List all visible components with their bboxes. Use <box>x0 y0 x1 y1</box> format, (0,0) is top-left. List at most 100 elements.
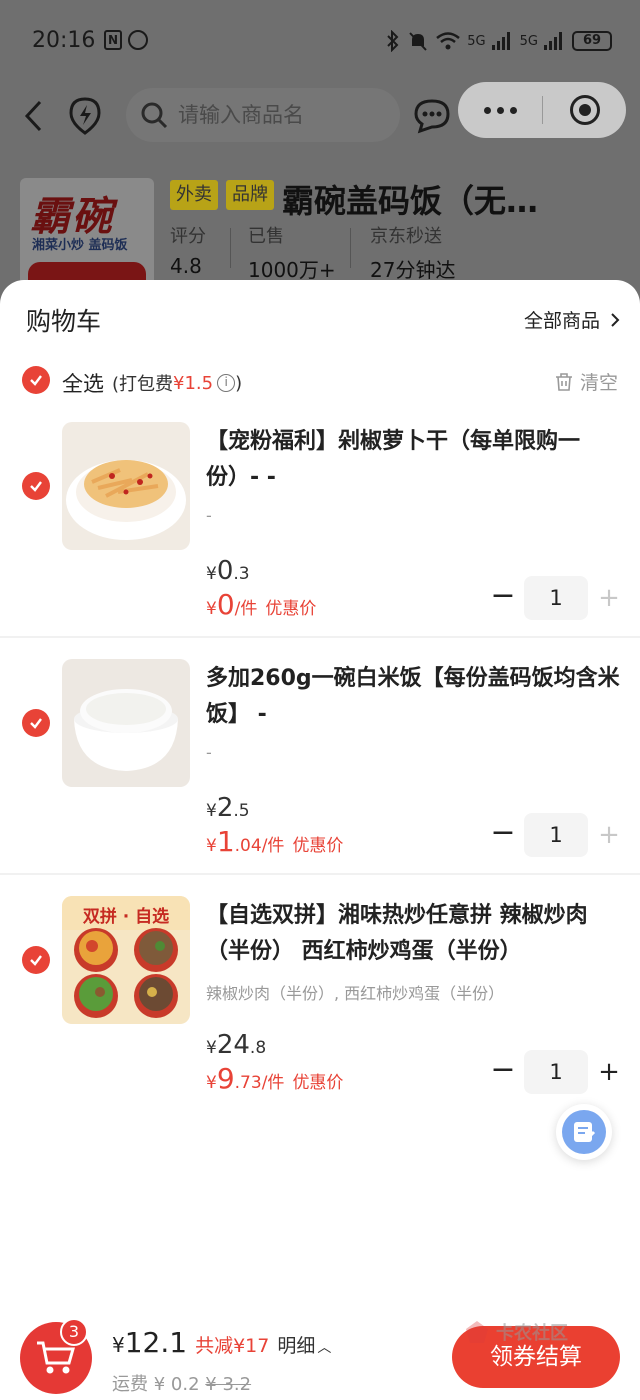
item-image-rice[interactable] <box>62 659 190 787</box>
item-checkbox[interactable] <box>22 709 50 737</box>
tag-brand: 品牌 <box>226 180 274 210</box>
store-name: 霸碗盖码饭（无… <box>282 182 539 220</box>
deal-tag: 优惠价 <box>292 1073 344 1093</box>
pack-fee-prefix: (打包费 <box>112 374 174 395</box>
decrease-button[interactable]: − <box>486 813 520 857</box>
deal-tag: 优惠价 <box>292 836 344 856</box>
search-bar[interactable] <box>126 88 400 142</box>
nfc-icon: N <box>104 30 122 50</box>
stat-rating: 评分 4.8 <box>170 226 206 278</box>
item-title[interactable]: 多加260g一碗白米饭【每份盖码饭均含米饭】 - <box>206 661 626 733</box>
battery-icon: 69 <box>572 31 612 51</box>
assistant-icon <box>562 1110 606 1154</box>
item-spec: 辣椒炒肉（半份）, 西红柿炒鸡蛋（半份） <box>206 984 505 1003</box>
item-checkbox[interactable] <box>22 946 50 974</box>
increase-button[interactable]: + <box>592 576 626 620</box>
cart-item: 多加260g一碗白米饭【每份盖码饭均含米饭】 - - ¥2.5 ¥1.04/件优… <box>0 659 640 895</box>
location-bolt-icon[interactable] <box>66 96 104 136</box>
quantity-stepper: − 1 + <box>486 576 626 620</box>
signal-icon <box>544 32 566 50</box>
mute-bell-icon <box>409 32 428 51</box>
original-price: ¥24.8 <box>206 1030 267 1060</box>
cart-count-badge: 3 <box>60 1318 88 1346</box>
checkout-bar: 3 ¥12.1 共减¥17 明细 ︿ 运费 ¥ 0.2 ¥ 3.2 领券结算 卡… <box>0 1300 640 1400</box>
background-page: 20:16 N 5G 5G 69 霸碗 湘菜小炒 盖码 <box>0 0 640 300</box>
network-label: 5G <box>467 33 486 49</box>
cart-item: 【宠粉福利】剁椒萝卜干（每单限购一份）- - - ¥0.3 ¥0/件 优惠价 − … <box>0 422 640 658</box>
quantity-input[interactable]: 1 <box>524 1050 588 1094</box>
item-checkbox[interactable] <box>22 472 50 500</box>
pack-fee-suffix: ) <box>235 372 243 394</box>
network-label: 5G <box>519 33 538 49</box>
item-spec: - <box>206 506 212 525</box>
cart-header: 购物车 全部商品 <box>0 280 640 360</box>
floating-assistant-button[interactable] <box>556 1104 612 1160</box>
deal-price: ¥9.73/件 优惠价 <box>206 1062 344 1095</box>
status-time: 20:16 <box>32 28 96 53</box>
thumb-label: 双拼 · 自选 <box>83 906 169 927</box>
cart-title: 购物车 <box>26 307 102 336</box>
store-header: 霸碗 湘菜小炒 盖码饭 外卖 品牌 霸碗盖码饭（无… 评分 4.8 已售 1000万… <box>20 178 620 288</box>
increase-button[interactable]: + <box>592 1050 626 1094</box>
select-all-checkbox[interactable] <box>22 366 50 394</box>
back-arrow-icon[interactable] <box>20 98 50 134</box>
all-goods-button[interactable]: 全部商品 <box>524 306 620 333</box>
deal-price: ¥0/件 优惠价 <box>206 588 317 621</box>
all-goods-label: 全部商品 <box>523 310 600 332</box>
divider <box>0 873 640 875</box>
shipping-fee: 运费 ¥ 0.2 ¥ 3.2 <box>112 1374 252 1395</box>
search-icon <box>141 102 168 129</box>
item-spec: - <box>206 743 212 762</box>
top-nav <box>0 82 640 150</box>
status-icons: 5G 5G 69 <box>385 30 612 52</box>
cart-sheet: 购物车 全部商品 全选 (打包费 ¥1.5 i ) 清空 【宠粉福利】剁椒萝卜干… <box>0 280 640 1400</box>
miniprogram-capsule <box>458 82 626 138</box>
deal-price: ¥1.04/件 优惠价 <box>206 825 344 858</box>
quantity-stepper: − 1 + <box>486 1050 626 1094</box>
stat-sold: 已售 1000万+ <box>248 226 336 282</box>
customer-service-icon[interactable] <box>412 98 452 134</box>
original-price: ¥0.3 <box>206 556 250 586</box>
cart-item: 双拼 · 自选 【自选双拼】湘味热炒任意拼 辣椒炒肉（半份） 西红柿炒鸡蛋（半份… <box>0 896 640 1132</box>
item-image-radish[interactable] <box>62 422 190 550</box>
item-title[interactable]: 【自选双拼】湘味热炒任意拼 辣椒炒肉（半份） 西红柿炒鸡蛋（半份） <box>206 898 626 970</box>
item-title[interactable]: 【宠粉福利】剁椒萝卜干（每单限购一份）- - <box>206 424 626 496</box>
store-logo: 霸碗 湘菜小炒 盖码饭 <box>20 178 154 288</box>
watermark-logo-icon <box>466 1321 488 1343</box>
quantity-input[interactable]: 1 <box>524 576 588 620</box>
search-input[interactable] <box>178 103 378 127</box>
watermark: 卡农社区 <box>462 1312 592 1352</box>
check-icon <box>30 955 42 966</box>
chevron-up-icon[interactable]: ︿ <box>317 1337 331 1357</box>
info-icon[interactable]: i <box>217 374 236 392</box>
clear-cart-button[interactable]: 清空 <box>554 368 618 395</box>
check-icon <box>30 375 42 386</box>
pack-fee: (打包费 ¥1.5 i ) <box>112 370 242 396</box>
price-detail-button[interactable]: 明细 <box>277 1331 315 1358</box>
discount-amount: 共减¥17 <box>195 1335 270 1357</box>
status-bar: 20:16 N 5G 5G 69 <box>0 0 640 86</box>
quantity-stepper: − 1 + <box>486 813 626 857</box>
pickled-radish-image <box>62 422 190 550</box>
wifi-icon <box>436 32 461 50</box>
more-button[interactable] <box>458 82 542 138</box>
decrease-button[interactable]: − <box>486 1050 520 1094</box>
total-price: ¥12.1 共减¥17 明细 ︿ <box>112 1326 332 1359</box>
divider <box>0 636 640 638</box>
stat-delivery-time: 京东秒送 27分钟达 <box>370 226 456 282</box>
combo-dishes-image: 双拼 · 自选 <box>62 896 190 1024</box>
item-image-combo[interactable]: 双拼 · 自选 <box>62 896 190 1024</box>
bluetooth-icon <box>387 30 399 52</box>
check-icon <box>30 481 42 492</box>
select-all-row: 全选 (打包费 ¥1.5 i ) 清空 <box>0 360 640 402</box>
decrease-button[interactable]: − <box>486 576 520 620</box>
alarm-icon <box>128 30 148 50</box>
clear-label: 清空 <box>579 372 618 394</box>
stat-divider <box>350 228 351 268</box>
chevron-right-icon <box>611 312 620 327</box>
stat-divider <box>230 228 231 268</box>
close-miniprogram-button[interactable] <box>543 82 626 138</box>
increase-button[interactable]: + <box>592 813 626 857</box>
select-all-label: 全选 <box>62 372 104 396</box>
quantity-input[interactable]: 1 <box>524 813 588 857</box>
